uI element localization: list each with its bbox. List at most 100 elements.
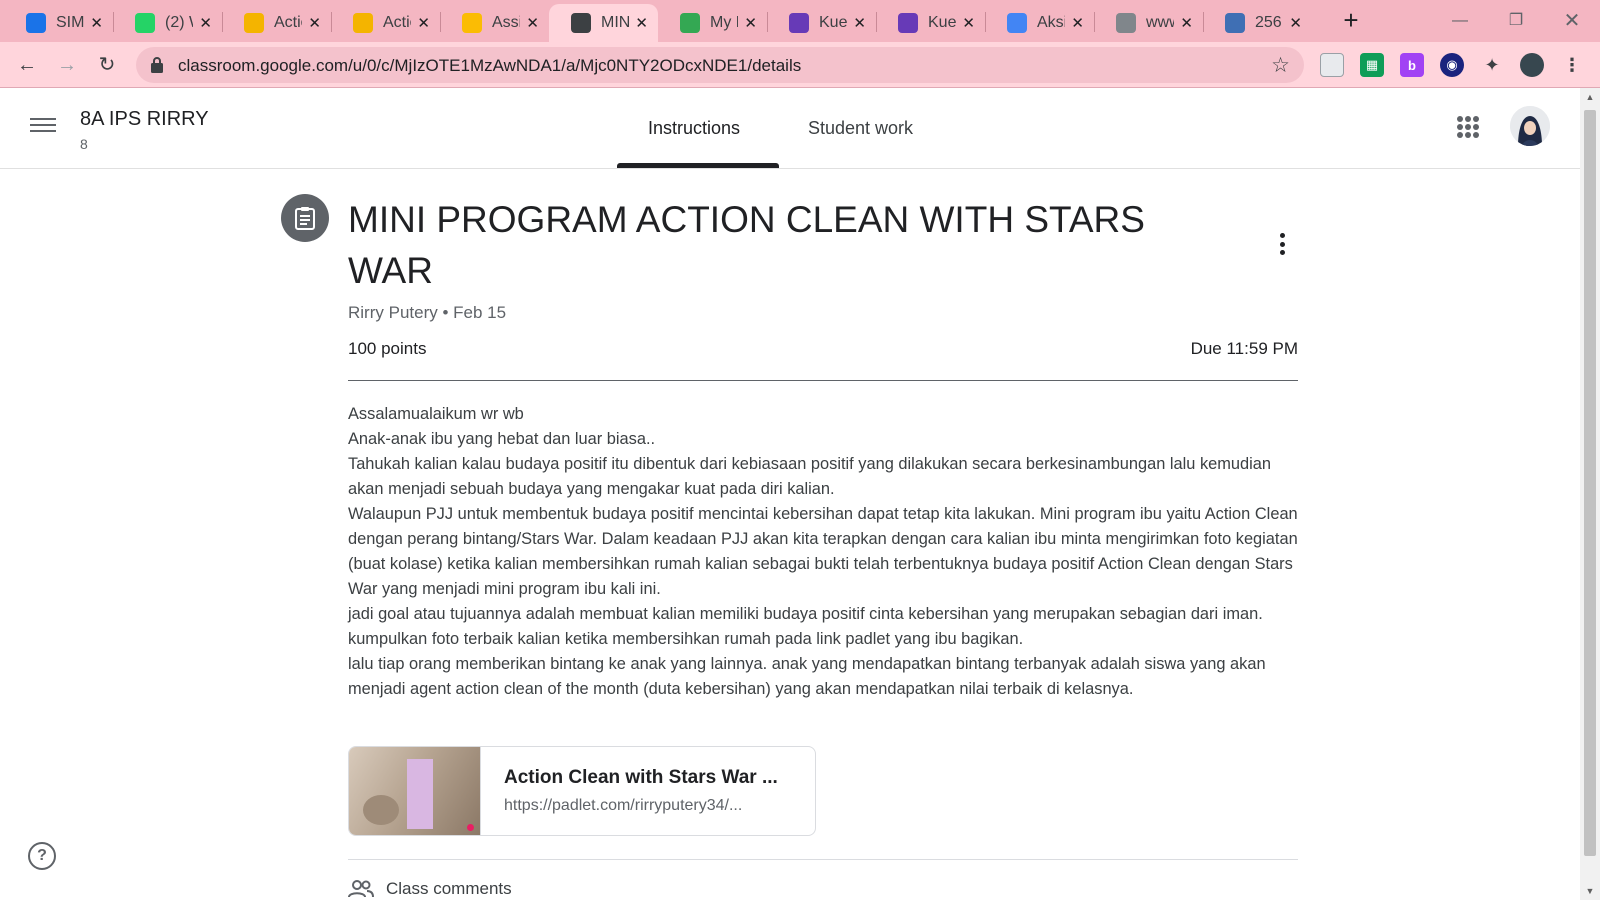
drive-icon xyxy=(680,13,700,33)
user-avatar-icon xyxy=(1510,106,1550,146)
scroll-up-icon[interactable]: ▲ xyxy=(1580,92,1600,102)
close-window-button[interactable]: ✕ xyxy=(1552,6,1592,36)
browser-tab-title: Kues xyxy=(819,14,848,31)
close-tab-icon[interactable]: ✕ xyxy=(417,14,430,32)
posted-date: Feb 15 xyxy=(453,303,507,322)
restore-button[interactable]: ❐ xyxy=(1496,6,1536,36)
padlet-link-attachment[interactable]: Action Clean with Stars War ... https://… xyxy=(348,746,816,836)
browser-tab-title: www xyxy=(1146,14,1174,31)
emoji-icon xyxy=(353,13,373,33)
sim-icon xyxy=(26,13,46,33)
browser-tab[interactable]: (2) W ✕ xyxy=(113,4,222,42)
assignment-meta: Rirry Putery • Feb 15 xyxy=(348,303,507,322)
assignment-points: 100 points xyxy=(348,339,427,358)
browser-tab[interactable]: Actio ✕ xyxy=(331,4,440,42)
reload-icon[interactable]: ↻ xyxy=(92,50,122,80)
globe-icon xyxy=(1116,13,1136,33)
instruction-paragraph: kumpulkan foto terbaik kalian ketika mem… xyxy=(348,630,1024,648)
close-tab-icon[interactable]: ✕ xyxy=(744,14,757,32)
browser-menu-icon[interactable]: ⋮ xyxy=(1560,53,1584,77)
class-section: 8 xyxy=(80,136,88,152)
browser-tab[interactable]: Kues ✕ xyxy=(767,4,876,42)
browser-toolbar: ← → ↻ classroom.google.com/u/0/c/MjIzOTE… xyxy=(0,42,1600,88)
browser-tab[interactable]: SIM ✕ xyxy=(4,4,113,42)
close-tab-icon[interactable]: ✕ xyxy=(199,14,212,32)
close-tab-icon[interactable]: ✕ xyxy=(1071,14,1084,32)
browser-tab-title: My D xyxy=(710,14,738,31)
browser-tab-title: 256 xyxy=(1255,14,1282,31)
nodes-icon xyxy=(1225,13,1245,33)
google-apps-icon[interactable] xyxy=(1457,116,1479,138)
scrollbar-thumb[interactable] xyxy=(1584,110,1596,856)
browser-tab[interactable]: MIN ✕ xyxy=(549,4,658,42)
due-time: Due 11:59 PM xyxy=(1190,339,1298,358)
address-bar[interactable]: classroom.google.com/u/0/c/MjIzOTE1MzAwN… xyxy=(136,47,1304,83)
attachment-title: Action Clean with Stars War ... xyxy=(504,767,778,788)
forms-icon xyxy=(898,13,918,33)
browser-tab-title: Kues xyxy=(928,14,957,31)
close-tab-icon[interactable]: ✕ xyxy=(853,14,866,32)
close-tab-icon[interactable]: ✕ xyxy=(635,14,648,32)
instruction-paragraph: Tahukah kalian kalau budaya positif itu … xyxy=(348,455,1272,498)
class-comments-section[interactable]: Class comments xyxy=(348,878,512,900)
page-scrollbar[interactable]: ▲ ▼ xyxy=(1580,88,1600,900)
b-extension-icon[interactable]: b xyxy=(1400,53,1424,77)
tab-student-work[interactable]: Student work xyxy=(808,118,913,139)
account-avatar[interactable] xyxy=(1510,106,1550,146)
profile-avatar-icon[interactable] xyxy=(1520,53,1544,77)
close-tab-icon[interactable]: ✕ xyxy=(308,14,321,32)
browser-tab[interactable]: 256 ✕ xyxy=(1203,4,1312,42)
browser-tab[interactable]: Kues ✕ xyxy=(876,4,985,42)
back-arrow-icon[interactable]: ← xyxy=(12,50,42,80)
class-comments-label: Class comments xyxy=(386,879,512,898)
browser-tab-title: Actio xyxy=(383,14,411,31)
browser-tab-strip: SIM✕(2) W✕Actio✕Actio✕Assi✕MIN✕My D✕Kues… xyxy=(0,0,1600,42)
more-options-icon[interactable] xyxy=(1270,230,1294,258)
tab-instructions[interactable]: Instructions xyxy=(648,118,740,139)
close-tab-icon[interactable]: ✕ xyxy=(1289,14,1302,32)
clipboard-icon xyxy=(295,207,315,230)
assignment-icon xyxy=(281,194,329,242)
people-icon xyxy=(348,880,374,898)
active-tab-indicator xyxy=(617,163,779,168)
browser-tab-title: Aksi xyxy=(1037,14,1066,31)
docs-icon xyxy=(1007,13,1027,33)
forward-arrow-icon[interactable]: → xyxy=(52,50,82,80)
attachment-thumbnail xyxy=(349,747,481,835)
close-tab-icon[interactable]: ✕ xyxy=(1180,14,1193,32)
classroom-header: 8A IPS RIRRY 8 Instructions Student work xyxy=(0,88,1580,169)
main-menu-icon[interactable] xyxy=(30,114,56,138)
author-name: Rirry Putery xyxy=(348,303,438,322)
browser-tab[interactable]: Assi ✕ xyxy=(440,4,549,42)
emoji-icon xyxy=(244,13,264,33)
circle-extension-icon[interactable]: ◉ xyxy=(1440,53,1464,77)
instruction-paragraph: Walaupun PJJ untuk membentuk budaya posi… xyxy=(348,505,1298,598)
browser-tab-title: SIM xyxy=(56,14,85,31)
bookmark-star-icon[interactable]: ☆ xyxy=(1271,53,1290,78)
reading-list-icon[interactable] xyxy=(1320,53,1344,77)
instruction-paragraph: Anak-anak ibu yang hebat dan luar biasa.… xyxy=(348,430,656,448)
classroom-icon xyxy=(462,13,482,33)
close-tab-icon[interactable]: ✕ xyxy=(962,14,975,32)
lock-icon xyxy=(151,57,163,73)
new-tab-button[interactable]: + xyxy=(1336,6,1366,36)
browser-tab[interactable]: My D ✕ xyxy=(658,4,767,42)
puzzle-extensions-icon[interactable]: ✦ xyxy=(1480,53,1504,77)
close-tab-icon[interactable]: ✕ xyxy=(90,14,103,32)
close-tab-icon[interactable]: ✕ xyxy=(526,14,539,32)
scroll-down-icon[interactable]: ▼ xyxy=(1580,886,1600,896)
header-divider xyxy=(348,380,1298,381)
browser-tab[interactable]: Aksi ✕ xyxy=(985,4,1094,42)
help-icon[interactable]: ? xyxy=(28,842,56,870)
browser-tab[interactable]: Actio ✕ xyxy=(222,4,331,42)
class-name[interactable]: 8A IPS RIRRY xyxy=(80,108,209,131)
url-text: classroom.google.com/u/0/c/MjIzOTE1MzAwN… xyxy=(178,56,802,75)
assignment-instructions: Assalamualaikum wr wb Anak-anak ibu yang… xyxy=(348,402,1298,702)
minimize-button[interactable]: — xyxy=(1440,6,1480,36)
browser-tab[interactable]: www ✕ xyxy=(1094,4,1203,42)
attachment-url: https://padlet.com/rirryputery34/... xyxy=(504,797,743,814)
comments-divider xyxy=(348,859,1298,860)
forms-icon xyxy=(789,13,809,33)
sheets-extension-icon[interactable]: ▦ xyxy=(1360,53,1384,77)
instruction-paragraph: jadi goal atau tujuannya adalah membuat … xyxy=(348,605,1263,623)
